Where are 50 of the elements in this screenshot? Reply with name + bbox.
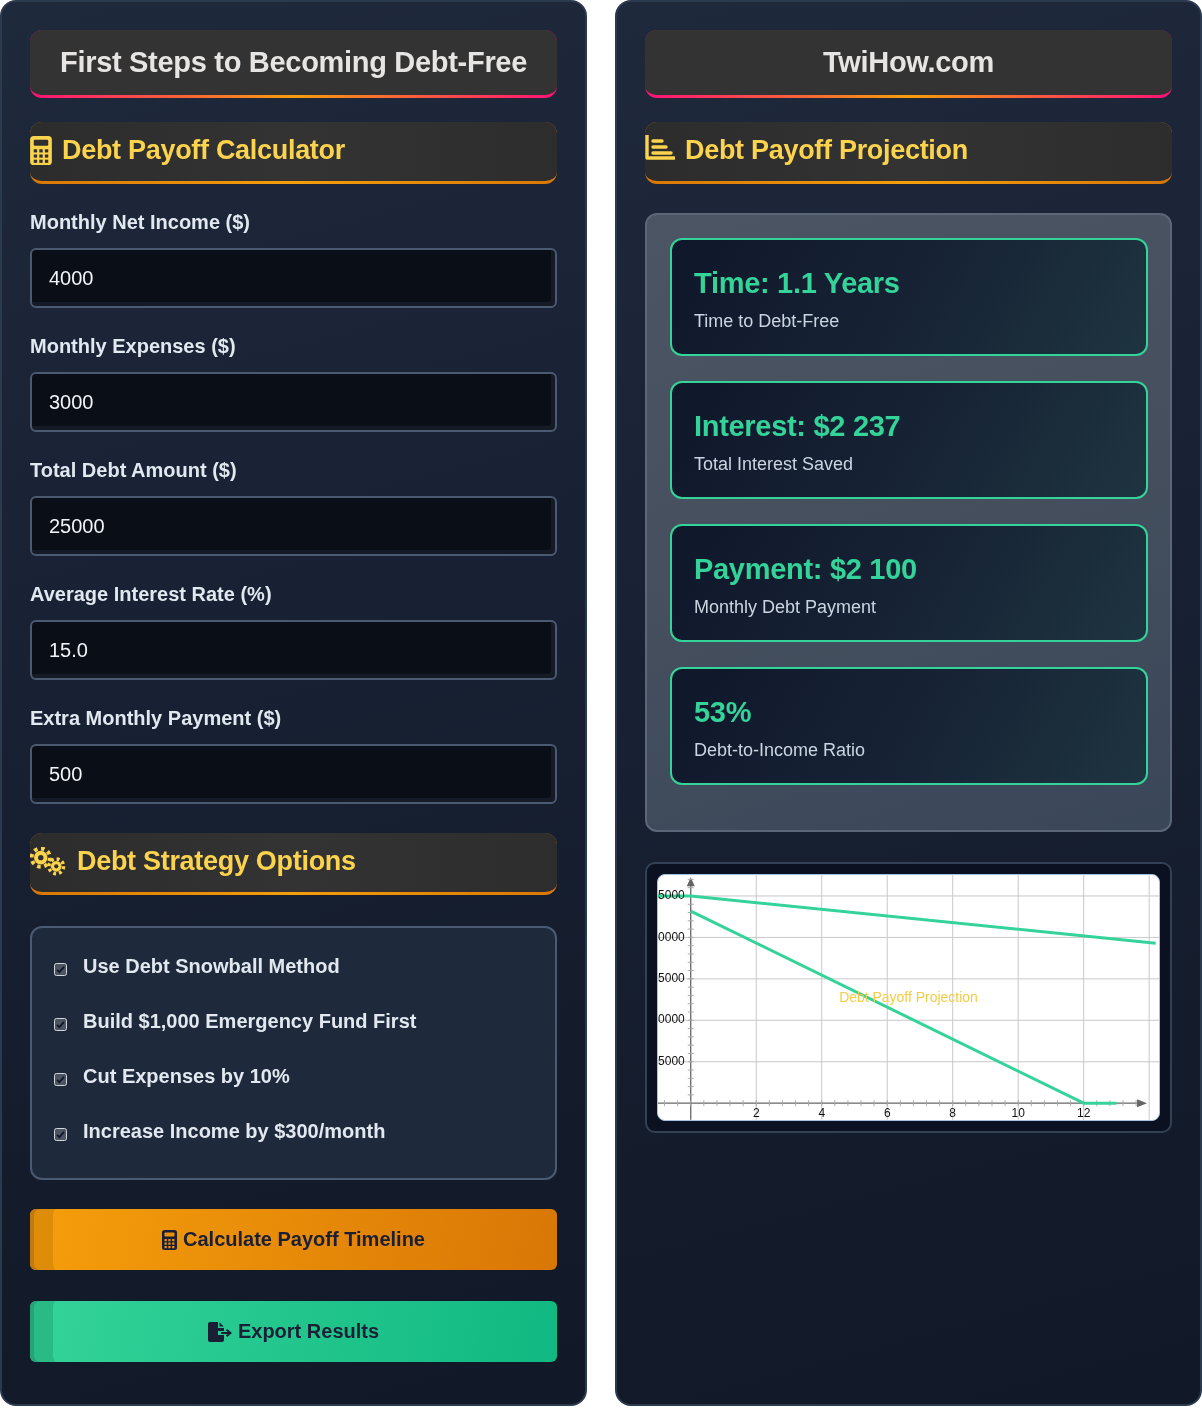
checkbox[interactable] [54, 1072, 67, 1086]
option-label: Cut Expenses by 10% [83, 1064, 290, 1089]
number-input-field[interactable]: 500 [30, 744, 557, 804]
calculator-icon [162, 1229, 178, 1250]
stat-label: Monthly Debt Payment [694, 596, 878, 619]
axis-tick-label: 5000 [658, 971, 685, 985]
stat-value: Time: 1.1 Years [694, 266, 901, 300]
number-input-field[interactable]: 4000 [30, 248, 557, 308]
stat-label: Time to Debt-Free [694, 310, 841, 333]
stat-value: Payment: $2 100 [694, 552, 918, 586]
number-input-field[interactable]: 25000 [30, 496, 557, 556]
page-title-banner: First Steps to Becoming Debt-Free [30, 30, 557, 98]
axis-tick-label: 5000 [658, 1053, 685, 1068]
stat-label: Total Interest Saved [694, 453, 855, 476]
axis-tick-label: 0000 [658, 929, 685, 944]
option-label: Build $1,000 Emergency Fund First [83, 1009, 417, 1034]
axis-tick-label: 12 [1077, 1106, 1091, 1120]
calculate-button[interactable]: Calculate Payoff Timeline [30, 1209, 557, 1270]
axis-tick-label: 6 [883, 1106, 891, 1120]
field-label: Monthly Expenses ($) [30, 334, 236, 359]
option-label: Use Debt Snowball Method [83, 954, 340, 979]
field-label: Average Interest Rate (%) [30, 582, 272, 607]
stat-value: Interest: $2 237 [694, 409, 902, 443]
site-name-banner: TwiHow.com [645, 30, 1172, 98]
field-label: Monthly Net Income ($) [30, 210, 250, 235]
axis-tick-label: 4 [818, 1106, 826, 1120]
section-heading: Debt Payoff Calculator [62, 134, 345, 167]
file-export-icon [207, 1321, 232, 1342]
checkbox[interactable] [54, 1127, 67, 1141]
calculator-icon [30, 135, 52, 165]
axis-tick-label: 0000 [658, 1012, 685, 1027]
bar-chart-icon [645, 135, 675, 161]
axis-tick-label: 10 [1011, 1106, 1025, 1120]
stat-value: 53% [694, 695, 753, 729]
option-label: Increase Income by $300/month [83, 1119, 386, 1144]
field-label: Total Debt Amount ($) [30, 458, 237, 483]
checkbox[interactable] [54, 1017, 67, 1031]
number-input-field[interactable]: 3000 [30, 372, 557, 432]
axis-tick-label: 8 [949, 1106, 957, 1120]
chart-title: Debt Payoff Projection [839, 989, 978, 1005]
field-label: Extra Monthly Payment ($) [30, 706, 282, 731]
axis-tick-label: 5000 [658, 888, 685, 903]
gears-icon [30, 846, 67, 876]
checkbox[interactable] [54, 962, 67, 976]
section-heading: Debt Payoff Projection [685, 134, 968, 167]
section-heading: Debt Strategy Options [77, 845, 356, 878]
number-input-field[interactable]: 15.0 [30, 620, 557, 680]
axis-tick-label: 2 [752, 1106, 760, 1120]
export-button[interactable]: Export Results [30, 1301, 557, 1362]
stat-label: Debt-to-Income Ratio [694, 739, 867, 762]
